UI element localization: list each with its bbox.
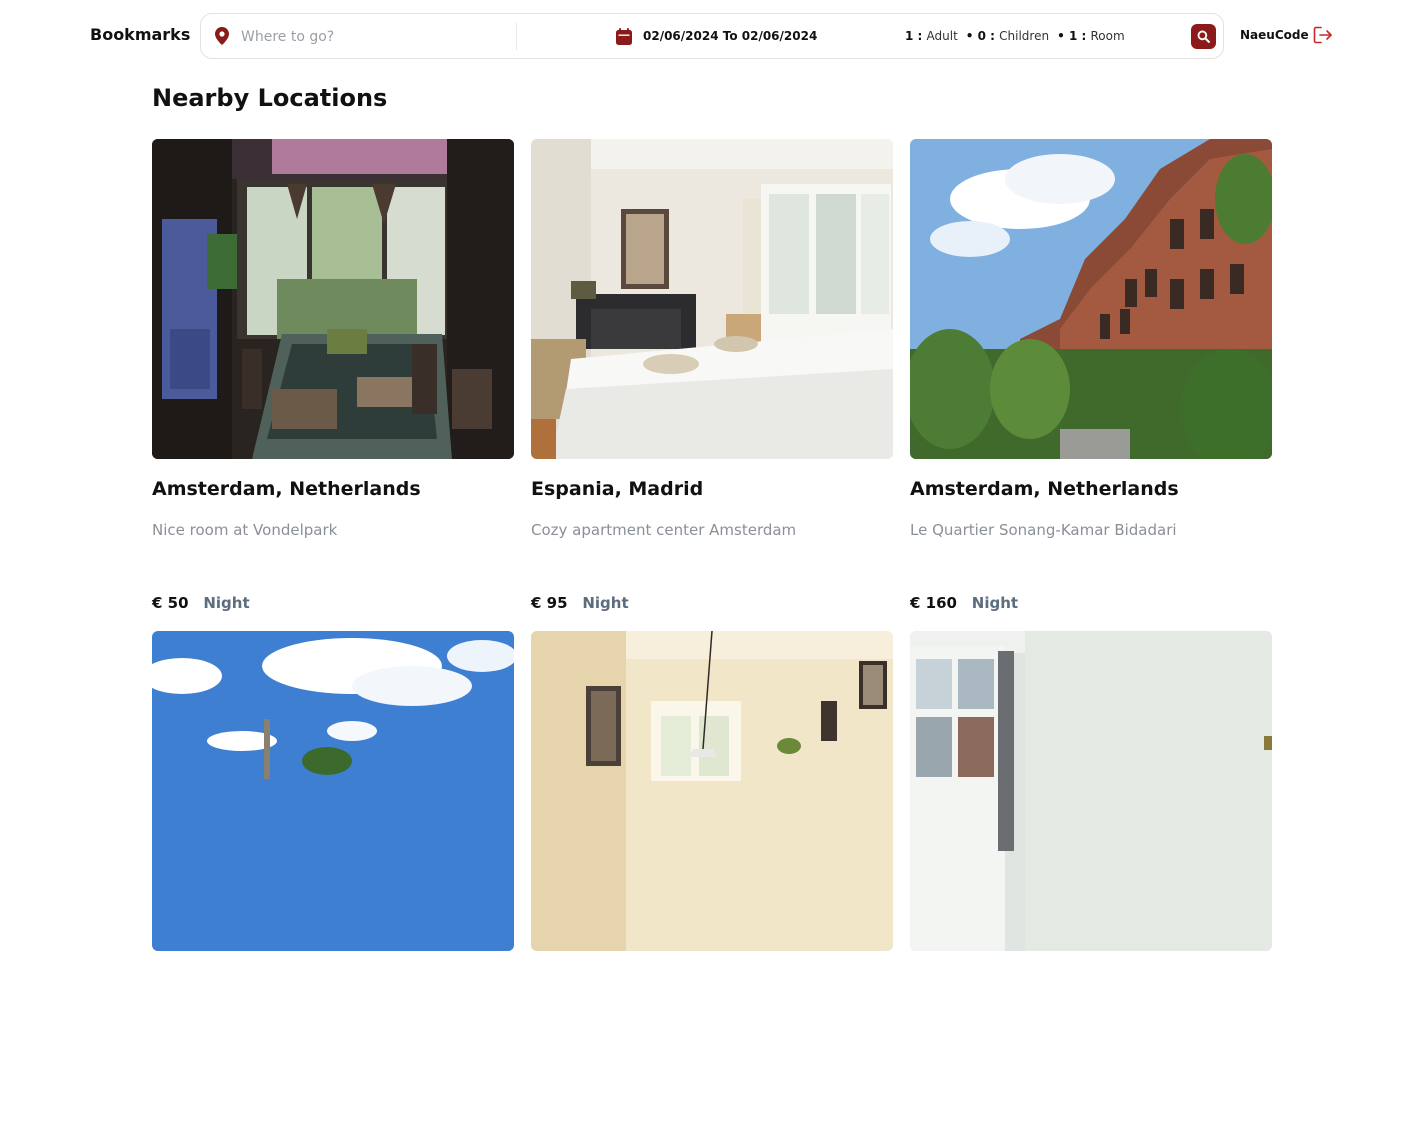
- listing-card[interactable]: Amsterdam, Netherlands Nice room at Vond…: [152, 139, 514, 631]
- search-bar: 02/06/2024 To 02/06/2024 1 : Adult • 0 :…: [200, 13, 1224, 59]
- listing-title[interactable]: Espania, Madrid: [531, 478, 703, 500]
- listing-photo-sky[interactable]: [152, 631, 514, 951]
- room-label: Room: [1090, 29, 1125, 43]
- children-count: 0: [977, 29, 986, 43]
- listing-price: € 95: [531, 594, 568, 612]
- room-colon: :: [1077, 29, 1091, 43]
- listing-price-row: € 50 Night: [152, 594, 250, 612]
- listing-price-row: € 160 Night: [910, 594, 1018, 612]
- listing-card[interactable]: Espania, Madrid Cozy apartment center Am…: [531, 139, 893, 631]
- listing-price-row: € 95 Night: [531, 594, 629, 612]
- listing-price: € 160: [910, 594, 957, 612]
- username[interactable]: NaeuCode: [1240, 28, 1309, 42]
- listing-photo-living-room[interactable]: [531, 631, 893, 951]
- listing-price-row: [531, 1086, 541, 1104]
- listing-photo-street[interactable]: [910, 139, 1272, 459]
- adult-label: Adult: [926, 29, 958, 43]
- listing-card[interactable]: [152, 631, 514, 1123]
- search-divider: [516, 23, 517, 50]
- section-title: Nearby Locations: [152, 84, 388, 112]
- listing-price-unit: Night: [582, 594, 629, 612]
- listing-price: € 50: [152, 594, 189, 612]
- guest-bullet: •: [961, 29, 978, 43]
- listing-price-unit: Night: [971, 594, 1019, 612]
- listing-title[interactable]: Amsterdam, Netherlands: [152, 478, 421, 500]
- listing-photo-empty-room[interactable]: [910, 631, 1272, 951]
- logout-icon[interactable]: [1313, 26, 1333, 44]
- listing-price-row: [152, 1086, 162, 1104]
- guest-room-selector[interactable]: 1 : Adult • 0 : Children • 1 : Room: [905, 29, 1125, 43]
- listing-card[interactable]: [910, 631, 1272, 1123]
- listing-grid: Amsterdam, Netherlands Nice room at Vond…: [152, 139, 1272, 1123]
- listing-title[interactable]: Amsterdam, Netherlands: [910, 478, 1179, 500]
- destination-input[interactable]: [241, 25, 501, 49]
- listing-photo-bedroom[interactable]: [531, 139, 893, 459]
- children-colon: :: [986, 29, 1000, 43]
- listing-price-row: [910, 1086, 920, 1104]
- listing-price-unit: Night: [203, 594, 250, 612]
- listing-photo-dining-room[interactable]: [152, 139, 514, 459]
- listing-card[interactable]: [531, 631, 893, 1123]
- search-icon: [1197, 30, 1210, 43]
- children-label: Children: [999, 29, 1050, 43]
- map-pin-icon: [215, 27, 229, 45]
- top-navbar: Bookmarks 02/06/2024 To 02/06/2024 1 : A…: [0, 0, 1417, 70]
- listing-description: Cozy apartment center Amsterdam: [531, 521, 797, 539]
- search-button[interactable]: [1191, 24, 1216, 49]
- listing-description: Nice room at Vondelpark: [152, 521, 338, 539]
- brand-bookmarks[interactable]: Bookmarks: [90, 25, 190, 44]
- listing-card[interactable]: Amsterdam, Netherlands Le Quartier Sonan…: [910, 139, 1272, 631]
- date-range[interactable]: 02/06/2024 To 02/06/2024: [643, 29, 817, 43]
- calendar-icon[interactable]: [616, 28, 632, 45]
- adult-colon: :: [913, 29, 927, 43]
- listing-description: Le Quartier Sonang-Kamar Bidadari: [910, 521, 1177, 539]
- room-bullet: •: [1052, 29, 1069, 43]
